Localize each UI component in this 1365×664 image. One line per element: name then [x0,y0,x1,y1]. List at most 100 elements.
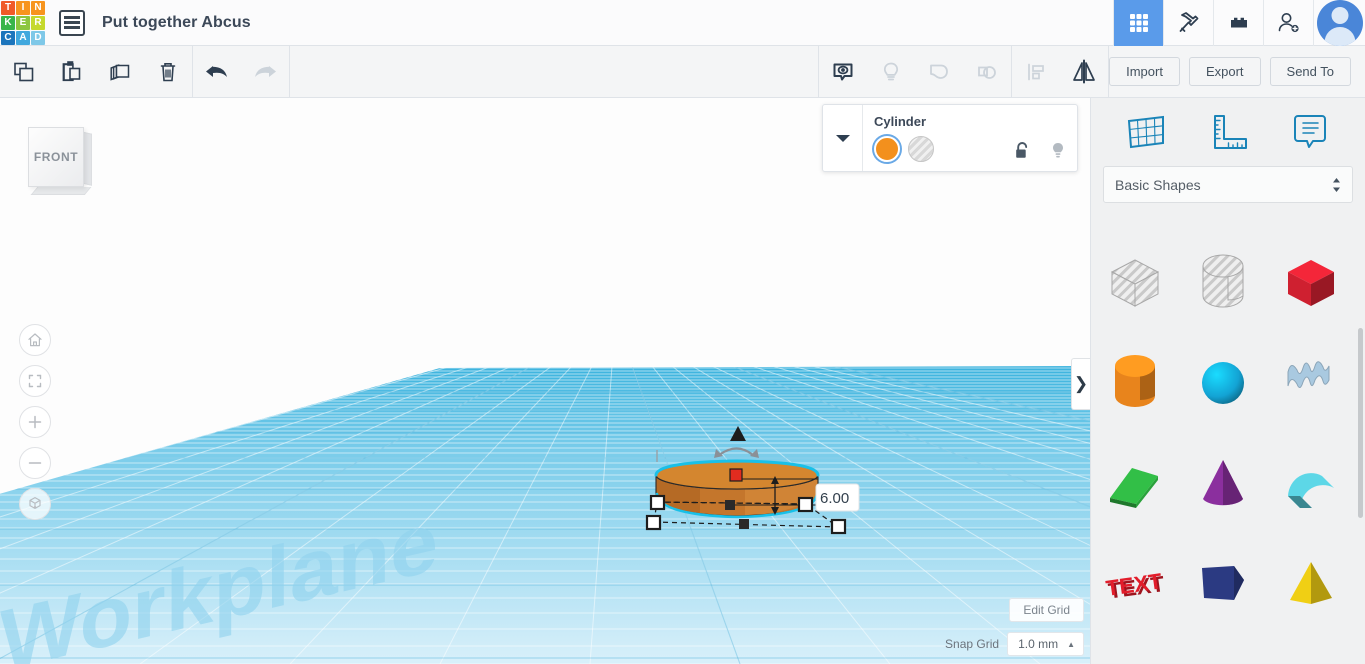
ruler-icon[interactable] [1200,108,1256,156]
logo-tile-k: K [1,15,15,30]
paste-icon[interactable] [48,46,96,97]
chevron-down-icon[interactable] [823,105,863,171]
history-tool-group [193,46,289,97]
svg-text:6.00: 6.00 [820,490,849,507]
logo-tile-t: T [1,0,15,15]
snap-grid-select[interactable]: 1.0 mm ▲ [1007,632,1084,656]
shape-properties-panel: Cylinder [822,104,1078,172]
shape-sphere[interactable] [1179,333,1267,433]
note-icon[interactable] [1282,108,1338,156]
avatar[interactable] [1313,0,1365,46]
view-cube-bottom [30,187,92,195]
handle-bottom-mid [739,519,749,529]
shape-box[interactable] [1267,233,1355,333]
app-header: TIN KER CAD Put together Abcus [0,0,1365,46]
mirror-icon[interactable] [1060,46,1108,97]
shapes-sidebar: Basic Shapes TEXT TEXT [1090,98,1365,664]
sidebar-tab-row [1091,98,1365,166]
logo-tile-c: C [1,30,15,45]
workplane-grid: Workplane 6.00 [0,366,1090,664]
shape-library-value: Basic Shapes [1115,176,1201,193]
handle-height-top [729,468,743,482]
redo-icon[interactable] [241,46,289,97]
shape-scribble[interactable] [1267,333,1355,433]
snap-grid-value: 1.0 mm [1018,637,1059,651]
header-icon-group [1113,0,1365,46]
shape-extra-left[interactable] [1091,633,1179,664]
add-person-icon[interactable] [1263,0,1313,46]
logo-tile-d: D [31,30,45,45]
shape-cylinder-hole[interactable] [1179,233,1267,333]
properties-toggles [1014,141,1066,161]
export-button[interactable]: Export [1188,57,1261,86]
fit-view-button[interactable] [19,365,51,397]
snap-grid-control: Snap Grid 1.0 mm ▲ [945,632,1084,656]
unlock-icon[interactable] [1014,141,1031,161]
send-to-button[interactable]: Send To [1269,57,1351,86]
logo-tile-n: N [31,0,45,15]
hammer-icon[interactable] [1163,0,1213,46]
handle-front-right [830,518,847,535]
group-icon[interactable] [915,46,963,97]
workplane-grid-icon[interactable] [1118,108,1174,156]
duplicate-icon[interactable] [96,46,144,97]
lightbulb-icon[interactable] [867,46,915,97]
zoom-in-button[interactable] [19,406,51,438]
shape-pyramid[interactable] [1267,533,1355,633]
shape-row [1091,433,1365,533]
shape-row [1091,233,1365,333]
delete-icon[interactable] [144,46,192,97]
grid-apps-icon[interactable] [1113,0,1163,46]
shape-row: TEXT TEXT [1091,533,1365,633]
shape-text[interactable]: TEXT TEXT [1091,533,1179,633]
shape-polygon[interactable] [1179,533,1267,633]
3d-viewport[interactable]: Workplane 6.00 FRONT Edit Grid Snap Grid… [0,98,1090,664]
solid-color-swatch[interactable] [874,136,900,162]
shape-extra-right[interactable] [1267,633,1355,664]
edit-grid-button[interactable]: Edit Grid [1009,598,1084,622]
handle-front-left [645,514,662,531]
library-select-wrap: Basic Shapes [1091,166,1365,203]
shape-cylinder[interactable] [1091,333,1179,433]
shape-extra-mid[interactable] [1179,633,1267,664]
shape-roof[interactable] [1091,433,1179,533]
list-icon[interactable] [59,9,85,36]
panel-collapse-toggle[interactable]: ❯ [1071,358,1090,410]
shape-row [1091,333,1365,433]
page-title: Put together Abcus [102,13,251,31]
logo-tile-a: A [16,30,30,45]
lightbulb-icon[interactable] [1050,141,1066,161]
main-toolbar: Import Export Send To [0,46,1365,98]
perspective-toggle-button[interactable] [19,488,51,520]
sidebar-scrollbar[interactable] [1358,328,1363,518]
tinkercad-logo[interactable]: TIN KER CAD [0,0,46,46]
shape-half-cylinder[interactable] [1267,433,1355,533]
handle-right [797,496,814,513]
show-hide-icon[interactable] [819,46,867,97]
blocks-icon[interactable] [1213,0,1263,46]
toolbar-actions: Import Export Send To [1109,46,1365,97]
shape-cone[interactable] [1179,433,1267,533]
align-tool-group [1012,46,1108,97]
caret-up-icon: ▲ [1067,639,1075,649]
align-icon[interactable] [1012,46,1060,97]
shape-box-hole[interactable] [1091,233,1179,333]
view-cube-label[interactable]: FRONT [28,127,84,187]
logo-tile-e: E [16,15,30,30]
view-cube[interactable]: FRONT [24,124,92,198]
view-cube-side [84,132,92,186]
edit-tool-group [0,46,192,97]
shape-library-grid: TEXT TEXT [1091,225,1365,664]
shape-library-select[interactable]: Basic Shapes [1103,166,1353,203]
handle-left [649,494,666,511]
home-view-button[interactable] [19,324,51,356]
undo-icon[interactable] [193,46,241,97]
ungroup-icon[interactable] [963,46,1011,97]
zoom-out-button[interactable] [19,447,51,479]
view-tool-group [819,46,1011,97]
import-button[interactable]: Import [1109,57,1180,86]
handle-center [725,500,735,510]
copy-icon[interactable] [0,46,48,97]
hole-swatch[interactable] [908,136,934,162]
